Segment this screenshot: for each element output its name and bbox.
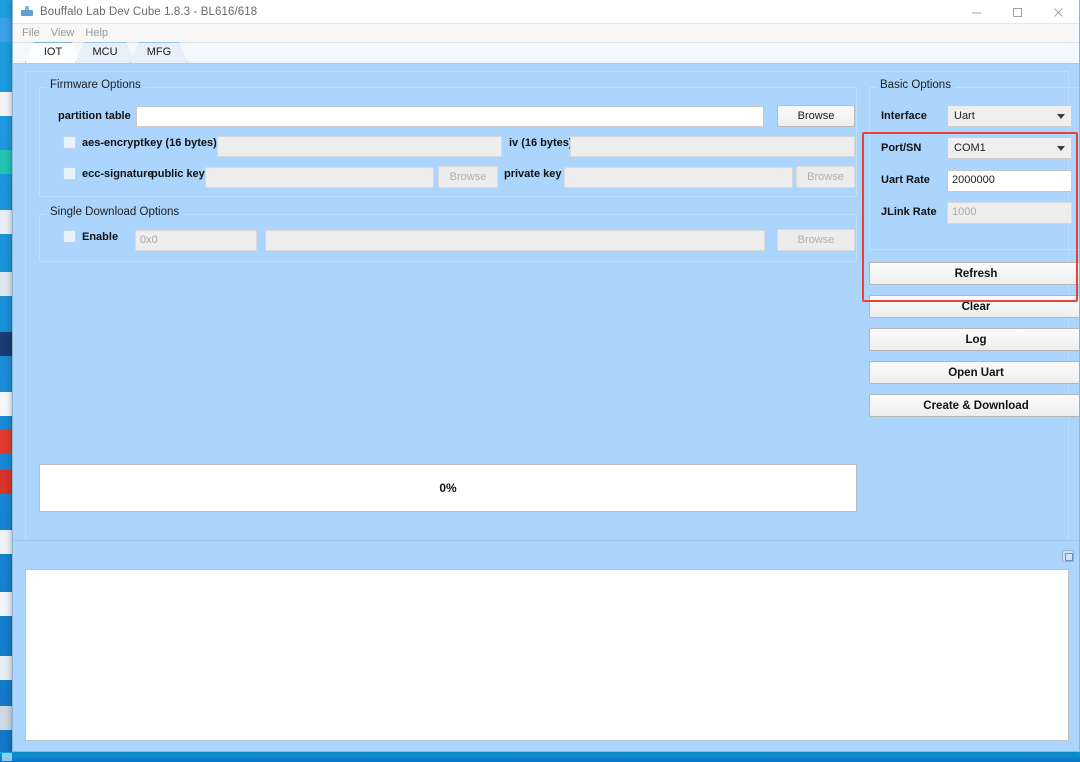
- refresh-button[interactable]: Refresh: [869, 262, 1079, 285]
- chevron-down-icon: [1057, 114, 1065, 119]
- partition-table-label: partition table: [58, 110, 131, 122]
- ecc-signature-checkbox[interactable]: [63, 167, 76, 180]
- partition-table-browse-button[interactable]: Browse: [777, 105, 855, 127]
- port-sn-label: Port/SN: [881, 142, 922, 154]
- public-key-input[interactable]: [205, 167, 434, 188]
- close-icon[interactable]: [1038, 0, 1079, 24]
- tab-mcu-label: MCU: [92, 46, 118, 58]
- tab-iot-label: IOT: [43, 46, 63, 58]
- clear-button[interactable]: Clear: [869, 295, 1079, 318]
- jlink-rate-input[interactable]: 1000: [947, 202, 1072, 224]
- uart-rate-input[interactable]: 2000000: [947, 170, 1072, 192]
- menu-bar: File View Help: [13, 24, 1079, 43]
- create-download-button[interactable]: Create & Download: [869, 394, 1079, 417]
- open-uart-button[interactable]: Open Uart: [869, 361, 1079, 384]
- log-output[interactable]: [25, 569, 1069, 741]
- aes-iv-label: iv (16 bytes): [509, 137, 573, 149]
- uart-rate-label: Uart Rate: [881, 174, 930, 186]
- menu-item-view[interactable]: View: [49, 24, 84, 43]
- aes-key-input[interactable]: [217, 136, 502, 157]
- aes-encrypt-label: aes-encrypt: [82, 137, 144, 149]
- application-window: Bouffalo Lab Dev Cube 1.8.3 - BL616/618 …: [12, 0, 1080, 752]
- minimize-icon[interactable]: [956, 0, 997, 24]
- tab-mcu[interactable]: MCU: [75, 42, 135, 63]
- progress-bar: 0%: [39, 464, 857, 512]
- app-chip-icon: [20, 5, 34, 19]
- jlink-rate-label: JLink Rate: [881, 206, 937, 218]
- start-button[interactable]: [2, 753, 12, 761]
- single-download-file-input[interactable]: [265, 230, 765, 251]
- public-key-label: public key: [151, 168, 205, 180]
- port-sn-combo[interactable]: COM1: [947, 137, 1072, 159]
- ecc-signature-label: ecc-signature: [82, 168, 154, 180]
- single-download-options-group: Single Download Options Enable 0x0 Brows…: [39, 206, 857, 262]
- chevron-down-icon: [1057, 146, 1065, 151]
- aes-encrypt-checkbox[interactable]: [63, 136, 76, 149]
- single-download-enable-checkbox[interactable]: [63, 230, 76, 243]
- interface-value: Uart: [954, 110, 975, 122]
- basic-options-title: Basic Options: [876, 79, 955, 91]
- window-title: Bouffalo Lab Dev Cube 1.8.3 - BL616/618: [40, 5, 258, 18]
- window-controls: [956, 0, 1079, 24]
- log-panel: [13, 541, 1079, 751]
- interface-combo[interactable]: Uart: [947, 105, 1072, 127]
- maximize-icon[interactable]: [997, 0, 1038, 24]
- progress-value: 0%: [439, 481, 457, 495]
- menu-item-help[interactable]: Help: [83, 24, 117, 43]
- private-key-input[interactable]: [564, 167, 793, 188]
- main-panel: Firmware Options partition table Browse …: [25, 71, 1079, 540]
- private-key-label: private key: [504, 168, 562, 180]
- public-key-browse-button[interactable]: Browse: [438, 166, 498, 188]
- tab-mfg[interactable]: MFG: [130, 42, 188, 63]
- content-area: Firmware Options partition table Browse …: [13, 64, 1079, 541]
- private-key-browse-button[interactable]: Browse: [796, 166, 855, 188]
- tab-strip: IOT MCU MFG: [13, 43, 1079, 64]
- tab-iot[interactable]: IOT: [25, 42, 81, 63]
- interface-label: Interface: [881, 110, 927, 122]
- menu-item-file[interactable]: File: [20, 24, 49, 43]
- single-download-address-input[interactable]: 0x0: [135, 230, 257, 251]
- single-download-enable-label: Enable: [82, 231, 119, 243]
- title-bar[interactable]: Bouffalo Lab Dev Cube 1.8.3 - BL616/618: [13, 0, 1079, 24]
- log-button[interactable]: Log: [869, 328, 1079, 351]
- port-sn-value: COM1: [954, 142, 986, 154]
- tab-mfg-label: MFG: [146, 46, 172, 58]
- firmware-options-group: Firmware Options partition table Browse …: [39, 79, 857, 197]
- resize-grip-icon[interactable]: [1062, 550, 1074, 562]
- aes-key-label: key (16 bytes): [144, 137, 217, 149]
- taskbar[interactable]: [0, 752, 1080, 762]
- single-download-browse-button[interactable]: Browse: [777, 229, 855, 251]
- partition-table-input[interactable]: [136, 106, 764, 127]
- single-download-options-title: Single Download Options: [46, 206, 184, 218]
- firmware-options-title: Firmware Options: [46, 79, 145, 91]
- basic-options-group: Basic Options Interface Uart Port/SN COM…: [869, 79, 1079, 250]
- aes-iv-input[interactable]: [570, 136, 855, 157]
